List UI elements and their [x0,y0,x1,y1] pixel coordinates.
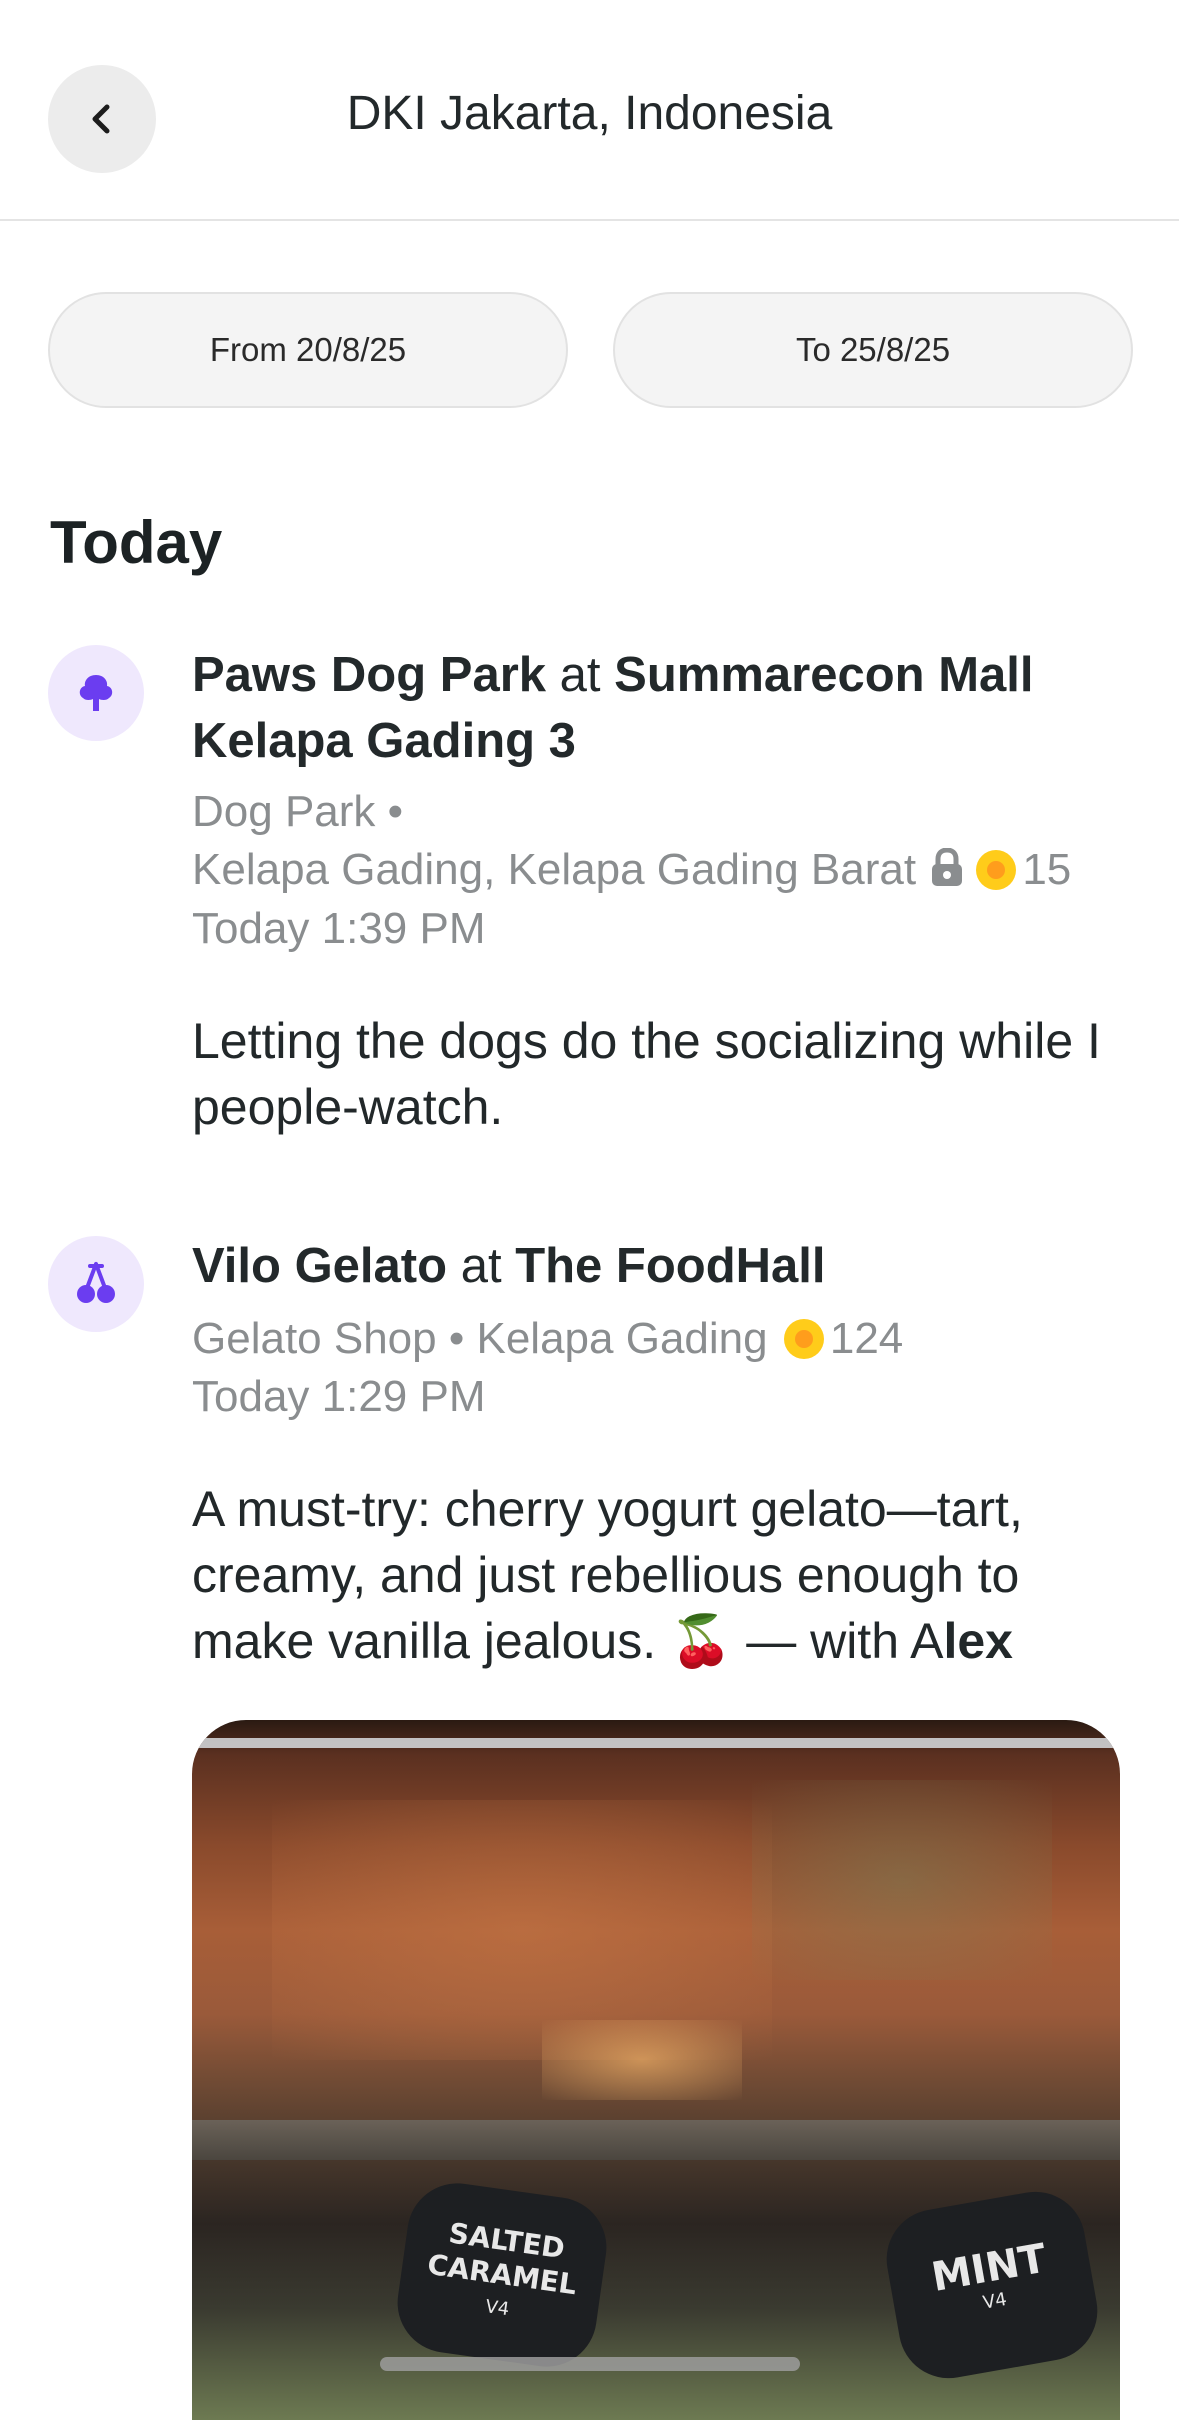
venue-name[interactable]: The FoodHall [515,1239,825,1293]
page-title: DKI Jakarta, Indonesia [346,87,833,140]
at-label: at [559,648,601,702]
to-date-button[interactable]: To 25/8/25 [613,292,1133,408]
lock-icon [930,845,964,903]
entry-time: Today 1:39 PM [192,904,486,953]
tagged-friend-name[interactable]: lex [943,1613,1013,1669]
photo-light-strip [192,1738,1120,1748]
with-label: — with A [732,1613,944,1669]
entry-text: Letting the dogs do the socializing whil… [192,1013,1101,1135]
entry-photo[interactable]: SALTED CARAMEL V4 MINT V4 [192,1720,1120,2420]
home-indicator[interactable] [380,2357,800,2371]
photo-blur [542,2020,742,2100]
coin-count: 124 [829,1314,904,1363]
place-name[interactable]: Paws Dog Park [192,648,546,702]
location-label: Kelapa Gading [476,1314,768,1363]
category-label: Dog Park [192,787,376,836]
photo-shelf [192,2120,1120,2160]
coin-count: 15 [1022,845,1072,894]
cherries-icon [48,1236,144,1332]
photo-sign-mint: MINT V4 [878,2183,1106,2387]
entry-title[interactable]: Paws Dog Park at Summarecon Mall Kelapa … [192,642,1132,774]
photo-sign-salted-caramel: SALTED CARAMEL V4 [391,2176,613,2374]
location-label: Kelapa Gading, Kelapa Gading Barat [192,845,917,894]
entry-text: A must-try: cherry yogurt gelato—tart, c… [192,1476,1152,1674]
separator-dot: • [375,787,404,836]
coin-icon [976,850,1017,890]
section-title-today: Today [50,509,223,576]
tree-icon [48,645,144,741]
photo-sign-small: V4 [484,2296,511,2321]
from-date-button[interactable]: From 20/8/25 [48,292,568,408]
photo-blur [752,1780,1052,1980]
top-bar: DKI Jakarta, Indonesia [0,0,1179,221]
entry-location-row: Kelapa Gading, Kelapa Gading Barat 15 [192,841,1152,903]
at-label: at [460,1239,502,1293]
photo-sign-text: SALTED CARAMEL [425,2216,579,2302]
category-label: Gelato Shop [192,1314,437,1363]
coin-icon [783,1319,824,1359]
place-name[interactable]: Vilo Gelato [192,1239,447,1293]
separator-dot: • [436,1314,477,1363]
entry-title[interactable]: Vilo Gelato at The FoodHall [192,1233,1132,1299]
cherry-emoji: 🍒 [670,1613,733,1669]
entry-meta: Dog Park • [192,783,1152,841]
entry-meta: Gelato Shop • Kelapa Gading 124 [192,1310,1152,1368]
entry-time: Today 1:29 PM [192,1372,486,1421]
